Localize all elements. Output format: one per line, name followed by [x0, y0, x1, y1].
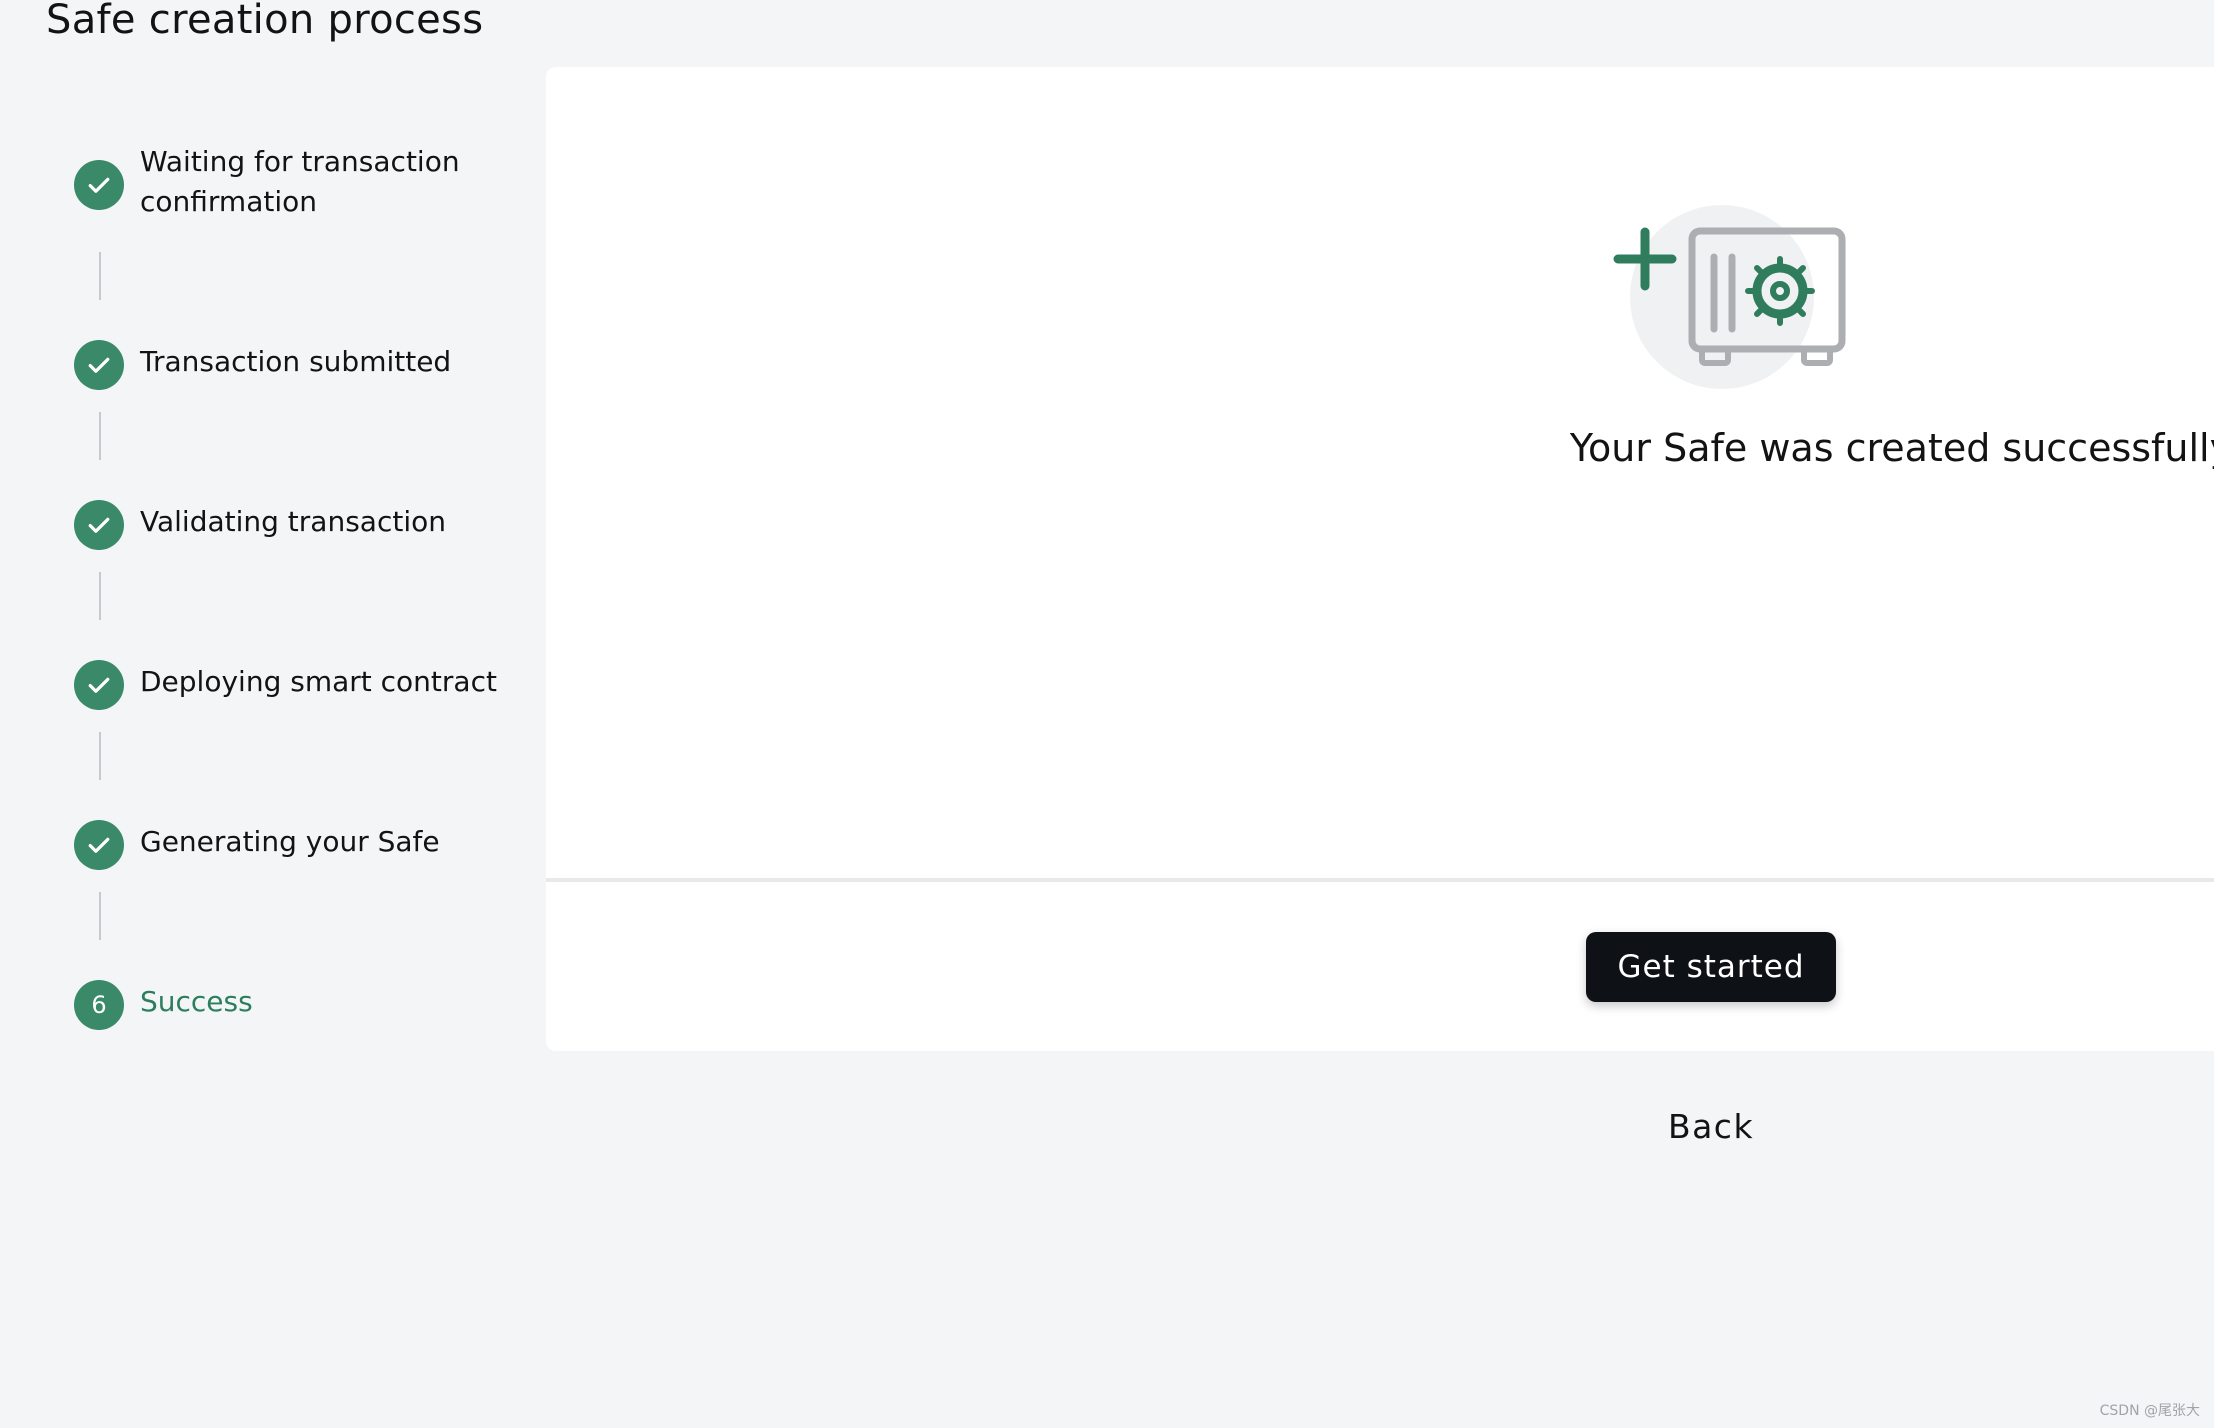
check-icon	[88, 677, 110, 693]
back-button[interactable]: Back	[1596, 1098, 1826, 1154]
step-complete-icon	[74, 500, 124, 550]
step-complete-icon	[74, 820, 124, 870]
card-body: Your Safe was created successfully	[546, 67, 2214, 878]
step-label: Waiting for transaction confirmation	[140, 145, 460, 218]
check-icon	[88, 517, 110, 533]
step-connector	[99, 572, 101, 620]
step-label: Transaction submitted	[140, 345, 452, 378]
step-complete-icon	[74, 340, 124, 390]
step-complete-icon	[74, 160, 124, 210]
step-number: 6	[91, 991, 107, 1019]
check-icon	[88, 177, 110, 193]
check-icon	[88, 357, 110, 373]
get-started-button[interactable]: Get started	[1586, 932, 1836, 1002]
step-label: Success	[140, 985, 253, 1018]
step-label: Deploying smart contract	[140, 665, 497, 698]
success-message: Your Safe was created successfully	[1569, 426, 2214, 470]
step-number-badge: 6	[74, 980, 124, 1030]
check-icon	[88, 837, 110, 853]
stepper: Waiting for transaction confirmation Tra…	[74, 0, 514, 1100]
card-divider	[546, 878, 2214, 882]
safe-created-icon	[1613, 205, 1846, 389]
step-connector	[99, 732, 101, 780]
step-connector	[99, 892, 101, 940]
step-label: Generating your Safe	[140, 825, 440, 858]
step-connector	[99, 252, 101, 300]
watermark: CSDN @尾张大	[2099, 1403, 2200, 1419]
result-card: Your Safe was created successfully Get s…	[546, 67, 2214, 1051]
step-complete-icon	[74, 660, 124, 710]
step-label: Validating transaction	[140, 505, 446, 538]
step-connector	[99, 412, 101, 460]
